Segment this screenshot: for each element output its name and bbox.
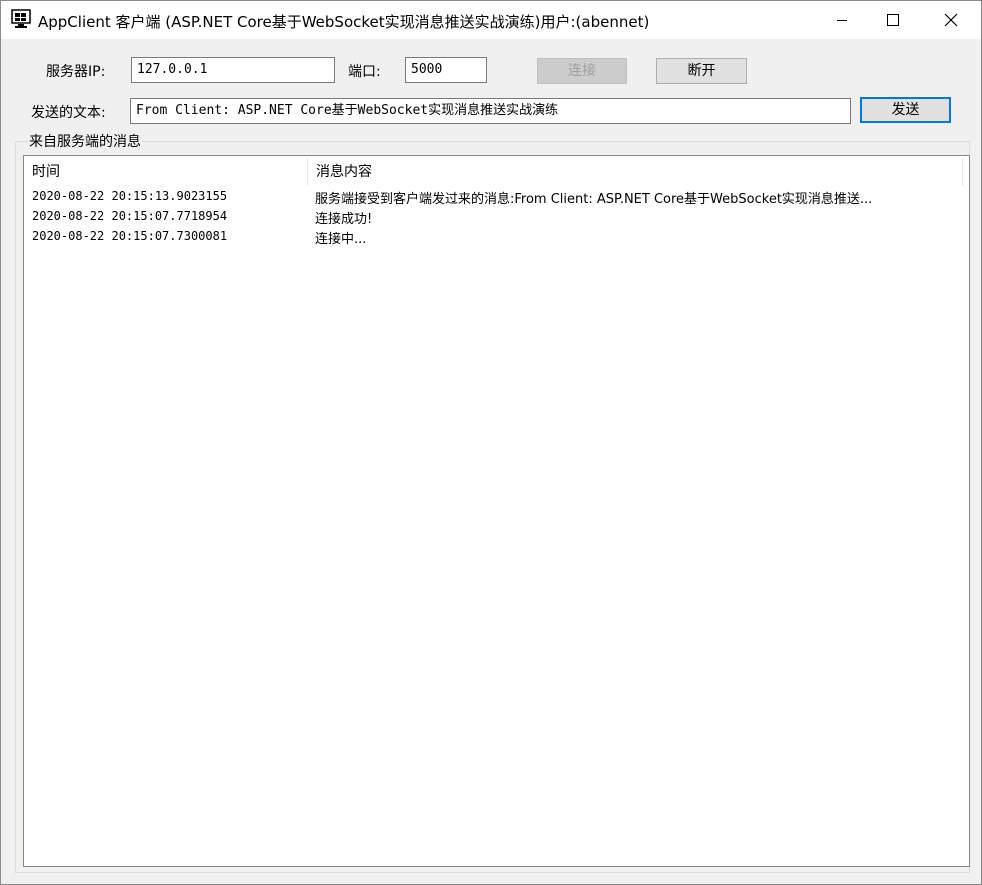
server-messages-group-title: 来自服务端的消息 <box>28 131 142 151</box>
disconnect-button[interactable]: 断开 <box>656 58 747 84</box>
close-icon <box>944 13 958 27</box>
column-header-time[interactable]: 时间 <box>24 156 306 188</box>
listview-header: 时间 消息内容 <box>24 156 969 188</box>
send-text-label: 发送的文本: <box>31 105 106 121</box>
minimize-button[interactable] <box>819 1 865 39</box>
send-button[interactable]: 发送 <box>860 97 951 123</box>
port-input[interactable]: 5000 <box>405 57 487 83</box>
message-time: 2020-08-22 20:15:13.9023155 <box>32 189 228 203</box>
message-row[interactable]: 2020-08-22 20:15:13.9023155 服务端接受到客户端发过来… <box>24 188 969 208</box>
port-label: 端口: <box>348 64 381 80</box>
title-bar[interactable]: AppClient 客户端 (ASP.NET Core基于WebSocket实现… <box>1 1 981 39</box>
maximize-button[interactable] <box>870 1 916 39</box>
send-text-input[interactable]: From Client: ASP.NET Core基于WebSocket实现消息… <box>130 98 851 124</box>
message-time: 2020-08-22 20:15:07.7300081 <box>32 229 228 243</box>
message-row[interactable]: 2020-08-22 20:15:07.7300081 连接中... <box>24 228 969 248</box>
column-header-content[interactable]: 消息内容 <box>308 156 962 188</box>
monitor-app-icon <box>11 9 31 29</box>
window-title: AppClient 客户端 (ASP.NET Core基于WebSocket实现… <box>38 13 650 31</box>
server-ip-label: 服务器IP: <box>46 64 106 80</box>
server-ip-input[interactable]: 127.0.0.1 <box>131 57 335 83</box>
app-window: AppClient 客户端 (ASP.NET Core基于WebSocket实现… <box>0 0 982 885</box>
close-button[interactable] <box>928 1 974 39</box>
message-content: 连接成功! <box>315 212 373 227</box>
column-divider[interactable] <box>962 158 963 186</box>
message-content: 连接中... <box>315 232 367 247</box>
message-row[interactable]: 2020-08-22 20:15:07.7718954 连接成功! <box>24 208 969 228</box>
message-time: 2020-08-22 20:15:07.7718954 <box>32 209 228 223</box>
messages-listview[interactable]: 时间 消息内容 2020-08-22 20:15:13.9023155 服务端接… <box>23 155 970 867</box>
maximize-icon <box>887 14 899 26</box>
message-content: 服务端接受到客户端发过来的消息:From Client: ASP.NET Cor… <box>315 192 873 207</box>
connect-button[interactable]: 连接 <box>537 58 627 84</box>
minimize-icon <box>836 14 848 26</box>
